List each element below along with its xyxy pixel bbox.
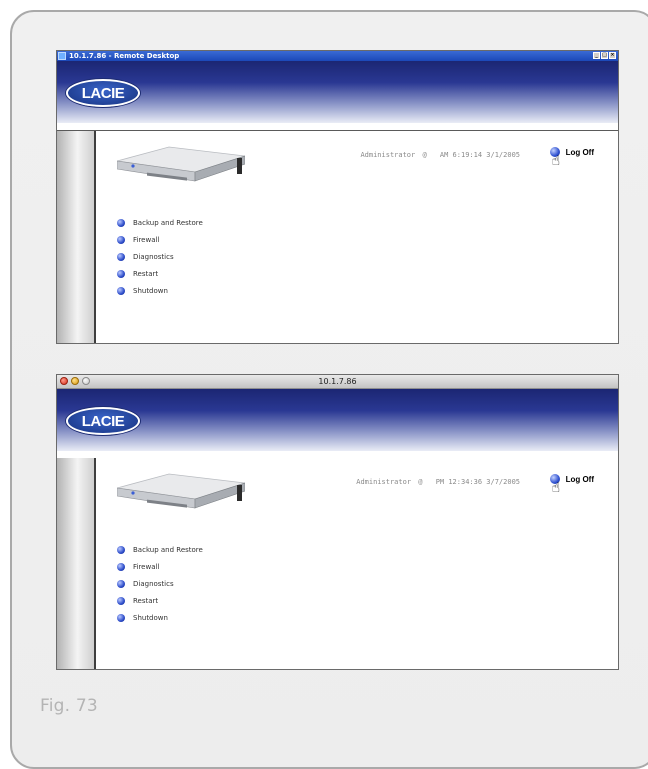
menu-item-shutdown[interactable]: Shutdown xyxy=(117,609,203,626)
bullet-icon xyxy=(117,286,125,295)
remote-desktop-window: 10.1.7.86 - Remote Desktop _ □ × LACIE A… xyxy=(56,50,619,344)
status-time: PM 12:34:36 xyxy=(435,478,483,486)
hand-pointer-icon: ☝ xyxy=(551,480,561,496)
server-product-image xyxy=(117,473,245,509)
session-status: Administrator @ AM 6:19:14 3/1/2005 xyxy=(360,151,520,159)
lacie-logo[interactable]: LACIE xyxy=(66,407,140,435)
menu-item-label[interactable]: Backup and Restore xyxy=(133,546,203,554)
lacie-header-banner: LACIE xyxy=(57,389,618,451)
menu-item-label[interactable]: Restart xyxy=(133,270,158,278)
bullet-icon xyxy=(117,579,125,588)
page-content: Administrator @ AM 6:19:14 3/1/2005 ☝ Lo… xyxy=(57,131,618,343)
menu-item-label[interactable]: Shutdown xyxy=(133,287,168,295)
figure-caption: Fig. 73 xyxy=(40,696,98,716)
bullet-icon xyxy=(117,562,125,571)
menu-item-firewall[interactable]: Firewall xyxy=(117,231,203,248)
server-product-image xyxy=(117,146,245,182)
window-controls: _ □ × xyxy=(593,52,616,59)
window-titlebar[interactable]: 10.1.7.86 xyxy=(57,375,618,389)
left-rail xyxy=(57,458,96,669)
main-menu: Backup and Restore Firewall Diagnostics … xyxy=(117,214,203,299)
logoff-label[interactable]: Log Off xyxy=(566,475,594,484)
menu-item-restart[interactable]: Restart xyxy=(117,592,203,609)
close-button[interactable]: × xyxy=(609,52,616,59)
menu-item-label[interactable]: Diagnostics xyxy=(133,253,174,261)
status-user: Administrator xyxy=(356,478,412,486)
logo-text: LACIE xyxy=(81,412,125,430)
menu-item-label[interactable]: Diagnostics xyxy=(133,580,174,588)
menu-item-label[interactable]: Firewall xyxy=(133,563,159,571)
window-title: 10.1.7.86 - Remote Desktop xyxy=(69,52,180,60)
menu-item-label[interactable]: Shutdown xyxy=(133,614,168,622)
menu-item-shutdown[interactable]: Shutdown xyxy=(117,282,203,299)
menu-item-label[interactable]: Backup and Restore xyxy=(133,219,203,227)
bullet-icon xyxy=(117,269,125,278)
mac-browser-window: 10.1.7.86 LACIE Administrator @ PM 12:34… xyxy=(56,374,619,670)
logo-text: LACIE xyxy=(81,84,125,102)
status-user: Administrator xyxy=(360,151,416,159)
maximize-button[interactable]: □ xyxy=(601,52,608,59)
left-rail xyxy=(57,131,96,343)
hand-pointer-icon: ☝ xyxy=(551,153,561,169)
logoff-label[interactable]: Log Off xyxy=(566,148,594,157)
status-at: @ xyxy=(418,478,423,486)
status-date: 3/7/2005 xyxy=(486,478,520,486)
menu-item-restart[interactable]: Restart xyxy=(117,265,203,282)
remote-desktop-icon xyxy=(58,52,66,60)
logoff-icon[interactable]: ☝ xyxy=(549,147,560,168)
main-menu: Backup and Restore Firewall Diagnostics … xyxy=(117,541,203,626)
window-title: 10.1.7.86 xyxy=(318,377,357,386)
bullet-icon xyxy=(117,596,125,605)
lacie-header-banner: LACIE xyxy=(57,61,618,123)
menu-item-backup-and-restore[interactable]: Backup and Restore xyxy=(117,541,203,558)
logoff-link[interactable]: ☝ Log Off xyxy=(549,474,594,495)
header-divider xyxy=(57,123,618,131)
bullet-icon xyxy=(117,613,125,622)
minimize-button[interactable]: _ xyxy=(593,52,600,59)
bullet-icon xyxy=(117,235,125,244)
session-status: Administrator @ PM 12:34:36 3/7/2005 xyxy=(356,478,520,486)
page-content: Administrator @ PM 12:34:36 3/7/2005 ☝ L… xyxy=(57,458,618,669)
status-at: @ xyxy=(422,151,427,159)
menu-item-diagnostics[interactable]: Diagnostics xyxy=(117,248,203,265)
status-time: AM 6:19:14 xyxy=(439,151,483,159)
menu-item-label[interactable]: Restart xyxy=(133,597,158,605)
lacie-logo[interactable]: LACIE xyxy=(66,79,140,107)
bullet-icon xyxy=(117,218,125,227)
menu-item-label[interactable]: Firewall xyxy=(133,236,159,244)
menu-item-backup-and-restore[interactable]: Backup and Restore xyxy=(117,214,203,231)
window-titlebar[interactable]: 10.1.7.86 - Remote Desktop _ □ × xyxy=(57,51,618,61)
menu-item-diagnostics[interactable]: Diagnostics xyxy=(117,575,203,592)
menu-item-firewall[interactable]: Firewall xyxy=(117,558,203,575)
bullet-icon xyxy=(117,252,125,261)
status-date: 3/1/2005 xyxy=(486,151,520,159)
bullet-icon xyxy=(117,545,125,554)
logoff-link[interactable]: ☝ Log Off xyxy=(549,147,594,168)
logoff-icon[interactable]: ☝ xyxy=(549,474,560,495)
